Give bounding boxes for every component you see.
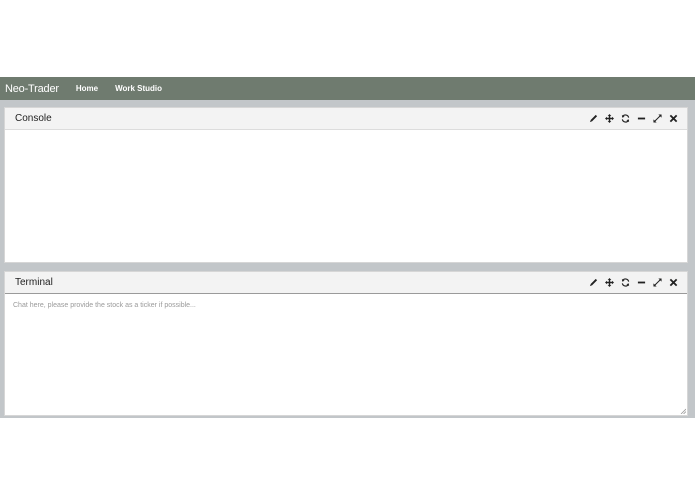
top-navbar: Neo-Trader Home Work Studio bbox=[0, 77, 695, 100]
minimize-icon[interactable] bbox=[633, 276, 649, 290]
move-icon[interactable] bbox=[601, 276, 617, 290]
terminal-panel-title: Terminal bbox=[15, 277, 53, 288]
console-panel: Console bbox=[4, 107, 688, 263]
close-icon[interactable] bbox=[665, 276, 681, 290]
console-panel-title: Console bbox=[15, 113, 52, 124]
close-icon[interactable] bbox=[665, 112, 681, 126]
terminal-chat-input[interactable] bbox=[5, 294, 687, 415]
brand-logo-text[interactable]: Neo-Trader bbox=[5, 83, 59, 95]
refresh-icon[interactable] bbox=[617, 112, 633, 126]
pencil-icon[interactable] bbox=[585, 112, 601, 126]
nav-link-work-studio[interactable]: Work Studio bbox=[115, 84, 162, 93]
terminal-panel-header[interactable]: Terminal bbox=[5, 272, 687, 294]
console-panel-header[interactable]: Console bbox=[5, 108, 687, 130]
maximize-icon[interactable] bbox=[649, 276, 665, 290]
console-panel-toolbar bbox=[585, 112, 681, 126]
pencil-icon[interactable] bbox=[585, 276, 601, 290]
minimize-icon[interactable] bbox=[633, 112, 649, 126]
move-icon[interactable] bbox=[601, 112, 617, 126]
maximize-icon[interactable] bbox=[649, 112, 665, 126]
refresh-icon[interactable] bbox=[617, 276, 633, 290]
terminal-panel-toolbar bbox=[585, 276, 681, 290]
nav-link-home[interactable]: Home bbox=[76, 84, 98, 93]
terminal-panel: Terminal bbox=[4, 271, 688, 416]
resize-grip-icon[interactable] bbox=[680, 408, 686, 414]
